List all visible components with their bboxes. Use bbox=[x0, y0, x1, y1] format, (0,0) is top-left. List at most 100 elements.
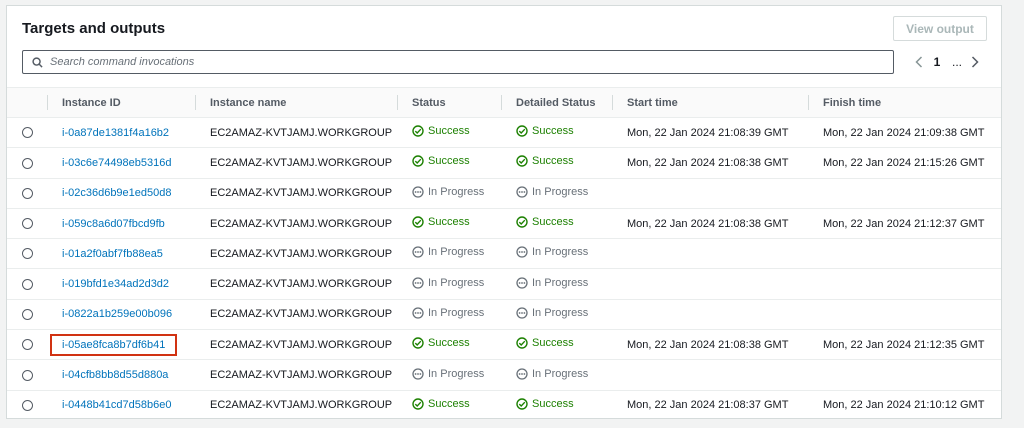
instance-id-cell: i-02c36d6b9e1ed50d8 bbox=[47, 178, 195, 209]
status-text: In Progress bbox=[428, 185, 485, 198]
detailed-status-indicator: In Progress bbox=[516, 246, 588, 258]
pending-circle-icon bbox=[412, 367, 424, 380]
detailed-status-text: In Progress bbox=[532, 185, 589, 198]
chevron-right-icon[interactable] bbox=[967, 54, 983, 70]
row-select-cell bbox=[7, 268, 47, 300]
status-indicator: In Progress bbox=[412, 186, 484, 198]
row-select-cell bbox=[7, 208, 47, 240]
table-row[interactable]: i-019bfd1e34ad2d3d2 EC2AMAZ-KVTJAMJ.WORKG… bbox=[7, 268, 1001, 300]
finish-time-cell bbox=[808, 178, 1001, 209]
status-text: Success bbox=[428, 125, 470, 138]
instance-id-link[interactable]: i-0448b41cd7d58b6e0 bbox=[62, 399, 172, 411]
status-indicator: In Progress bbox=[412, 246, 484, 258]
row-radio[interactable] bbox=[21, 278, 33, 290]
header-start-time[interactable]: Start time bbox=[612, 87, 808, 118]
status-cell: Success bbox=[397, 147, 501, 179]
table-row[interactable]: i-059c8a6d07fbcd9fb EC2AMAZ-KVTJAMJ.WORKG… bbox=[7, 208, 1001, 240]
table-row[interactable]: i-0a87de1381f4a16b2 EC2AMAZ-KVTJAMJ.WORKG… bbox=[7, 117, 1001, 149]
detailed-status-indicator: In Progress bbox=[516, 277, 588, 289]
instance-id-link[interactable]: i-0a87de1381f4a16b2 bbox=[62, 127, 169, 139]
table-header-row: Instance ID Instance name Status Detaile… bbox=[7, 87, 1001, 118]
row-radio[interactable] bbox=[21, 339, 33, 351]
row-radio[interactable] bbox=[21, 157, 33, 169]
table-row[interactable]: i-03c6e74498eb5316d EC2AMAZ-KVTJAMJ.WORKG… bbox=[7, 147, 1001, 179]
instance-id-cell: i-01a2f0abf7fb88ea5 bbox=[47, 238, 195, 270]
row-select-cell bbox=[7, 178, 47, 209]
start-time-cell: Mon, 22 Jan 2024 21:08:39 GMT bbox=[612, 117, 808, 149]
row-radio[interactable] bbox=[21, 187, 33, 199]
finish-time-cell bbox=[808, 359, 1001, 391]
header-detailed-status[interactable]: Detailed Status bbox=[501, 87, 612, 118]
page-number-current[interactable]: 1 bbox=[927, 55, 947, 69]
detailed-status-text: Success bbox=[532, 155, 574, 168]
detailed-status-cell: Success bbox=[501, 117, 612, 149]
finish-time: Mon, 22 Jan 2024 21:15:26 GMT bbox=[823, 156, 985, 169]
detailed-status-indicator: Success bbox=[516, 155, 574, 167]
detailed-status-cell: Success bbox=[501, 208, 612, 240]
header-instance-name[interactable]: Instance name bbox=[195, 87, 397, 118]
row-radio[interactable] bbox=[21, 127, 33, 139]
check-circle-icon bbox=[516, 216, 528, 228]
header-instance-id[interactable]: Instance ID bbox=[47, 87, 195, 118]
row-radio[interactable] bbox=[21, 248, 33, 260]
detailed-status-text: Success bbox=[532, 337, 574, 350]
status-indicator: In Progress bbox=[412, 307, 484, 319]
instance-id-link[interactable]: i-05ae8fca8b7df6b41 bbox=[62, 339, 165, 351]
row-radio[interactable] bbox=[21, 399, 33, 411]
view-output-button[interactable]: View output bbox=[893, 16, 987, 41]
finish-time-cell: Mon, 22 Jan 2024 21:10:12 GMT bbox=[808, 390, 1001, 421]
row-radio[interactable] bbox=[21, 369, 33, 381]
instance-name-cell: EC2AMAZ-KVTJAMJ.WORKGROUP bbox=[195, 238, 397, 270]
instance-name: EC2AMAZ-KVTJAMJ.WORKGROUP bbox=[210, 156, 393, 169]
pending-circle-icon bbox=[412, 276, 424, 289]
check-circle-icon bbox=[412, 216, 424, 228]
table-row[interactable]: i-0448b41cd7d58b6e0 EC2AMAZ-KVTJAMJ.WORKG… bbox=[7, 390, 1001, 421]
search-input[interactable] bbox=[48, 56, 893, 68]
row-radio[interactable] bbox=[21, 218, 33, 230]
start-time-cell: Mon, 22 Jan 2024 21:08:38 GMT bbox=[612, 208, 808, 240]
status-indicator: In Progress bbox=[412, 368, 484, 380]
instance-id-link[interactable]: i-03c6e74498eb5316d bbox=[62, 157, 172, 169]
detailed-status-cell: Success bbox=[501, 147, 612, 179]
status-text: In Progress bbox=[428, 306, 485, 319]
table-row[interactable]: i-05ae8fca8b7df6b41 EC2AMAZ-KVTJAMJ.WORKG… bbox=[7, 329, 1001, 361]
instance-id-cell: i-0a87de1381f4a16b2 bbox=[47, 117, 195, 149]
search-box[interactable] bbox=[22, 50, 894, 74]
header-status[interactable]: Status bbox=[397, 87, 501, 118]
page-background bbox=[0, 419, 1024, 428]
header-finish-time[interactable]: Finish time bbox=[808, 87, 1001, 118]
search-icon bbox=[26, 56, 48, 68]
finish-time-cell: Mon, 22 Jan 2024 21:15:26 GMT bbox=[808, 147, 1001, 179]
instance-id-link[interactable]: i-019bfd1e34ad2d3d2 bbox=[62, 278, 169, 290]
instance-id-link[interactable]: i-0822a1b259e00b096 bbox=[62, 308, 172, 320]
row-radio[interactable] bbox=[21, 309, 33, 321]
table-row[interactable]: i-0822a1b259e00b096 EC2AMAZ-KVTJAMJ.WORKG… bbox=[7, 299, 1001, 331]
instance-id-link[interactable]: i-04cfb8bb8d55d880a bbox=[62, 369, 168, 381]
check-circle-icon bbox=[516, 125, 528, 137]
pending-circle-icon bbox=[516, 246, 528, 258]
status-cell: Success bbox=[397, 208, 501, 240]
instance-id-cell: i-0822a1b259e00b096 bbox=[47, 299, 195, 331]
start-time: Mon, 22 Jan 2024 21:08:38 GMT bbox=[627, 156, 789, 169]
instance-id-link[interactable]: i-02c36d6b9e1ed50d8 bbox=[62, 187, 172, 199]
instance-name: EC2AMAZ-KVTJAMJ.WORKGROUP bbox=[210, 126, 393, 139]
finish-time: Mon, 22 Jan 2024 21:10:12 GMT bbox=[823, 399, 985, 412]
instance-id-cell: i-0448b41cd7d58b6e0 bbox=[47, 390, 195, 421]
start-time-cell bbox=[612, 238, 808, 270]
start-time-cell: Mon, 22 Jan 2024 21:08:38 GMT bbox=[612, 329, 808, 361]
chevron-left-icon[interactable] bbox=[911, 54, 927, 70]
status-text: Success bbox=[428, 397, 470, 410]
instance-id-link[interactable]: i-01a2f0abf7fb88ea5 bbox=[62, 248, 163, 260]
table-row[interactable]: i-04cfb8bb8d55d880a EC2AMAZ-KVTJAMJ.WORKG… bbox=[7, 359, 1001, 391]
row-select-cell bbox=[7, 117, 47, 149]
check-circle-icon bbox=[412, 155, 424, 168]
start-time: Mon, 22 Jan 2024 21:08:38 GMT bbox=[627, 217, 789, 230]
instance-id-link[interactable]: i-059c8a6d07fbcd9fb bbox=[62, 218, 165, 230]
detailed-status-text: In Progress bbox=[532, 246, 589, 259]
finish-time-cell: Mon, 22 Jan 2024 21:09:38 GMT bbox=[808, 117, 1001, 149]
table-row[interactable]: i-02c36d6b9e1ed50d8 EC2AMAZ-KVTJAMJ.WORKG… bbox=[7, 178, 1001, 209]
pending-circle-icon bbox=[516, 307, 528, 319]
check-circle-icon bbox=[412, 337, 424, 349]
detailed-status-cell: In Progress bbox=[501, 359, 612, 391]
table-row[interactable]: i-01a2f0abf7fb88ea5 EC2AMAZ-KVTJAMJ.WORKG… bbox=[7, 238, 1001, 270]
